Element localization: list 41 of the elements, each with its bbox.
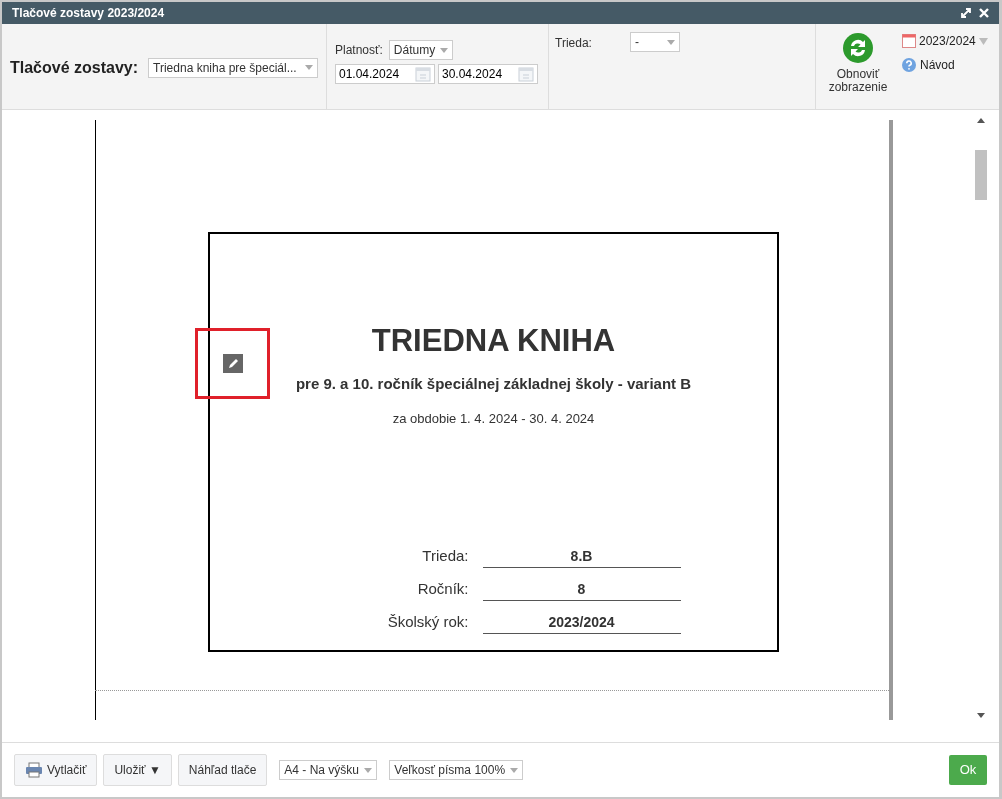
field-value: 8 bbox=[482, 578, 681, 601]
document-title: TRIEDNA KNIHA bbox=[371, 322, 616, 360]
reports-label: Tlačové zostavy: bbox=[10, 57, 139, 78]
window-title: Tlačové zostavy 2023/2024 bbox=[12, 5, 165, 22]
field-label: Ročník: bbox=[416, 579, 470, 599]
scrollbar-thumb[interactable] bbox=[974, 150, 987, 200]
scroll-up-icon[interactable] bbox=[976, 118, 985, 123]
help-link[interactable]: Návod bbox=[920, 56, 955, 74]
maximize-icon[interactable] bbox=[961, 8, 971, 18]
school-year-select[interactable]: 2023/2024 bbox=[919, 32, 976, 50]
refresh-button[interactable]: Obnoviť zobrazenie bbox=[822, 32, 894, 109]
document-subtitle: pre 9. a 10. ročník špeciálnej základnej školy - variant B bbox=[295, 373, 692, 394]
print-preview-button[interactable]: Náhľad tlače bbox=[177, 754, 268, 786]
class-select[interactable]: - bbox=[629, 32, 680, 52]
scroll-down-icon[interactable] bbox=[976, 713, 985, 718]
field-label: Trieda: bbox=[421, 546, 470, 566]
help-icon bbox=[902, 58, 916, 72]
field-label: Školský rok: bbox=[386, 612, 470, 632]
calendar-icon bbox=[902, 34, 916, 48]
dropdown-caret-icon bbox=[439, 47, 448, 53]
validity-select[interactable]: Dátumy bbox=[388, 40, 453, 60]
close-icon[interactable] bbox=[979, 8, 989, 18]
orientation-select[interactable]: A4 - Na výšku bbox=[279, 760, 378, 780]
field-value: 2023/2024 bbox=[482, 611, 681, 634]
report-select[interactable]: Triedna kniha pre špeciál... bbox=[148, 57, 319, 78]
class-label: Trieda: bbox=[555, 35, 592, 52]
date-field[interactable]: 30.04.2024 bbox=[438, 64, 538, 84]
validity-label: Platnosť: bbox=[335, 42, 383, 59]
printer-icon bbox=[25, 762, 43, 778]
dropdown-caret-icon bbox=[510, 767, 519, 773]
dropdown-caret-icon bbox=[364, 767, 373, 773]
print-button[interactable]: Vytlačiť bbox=[14, 754, 98, 786]
font-size-select[interactable]: Veľkosť písma 100% bbox=[389, 760, 524, 780]
refresh-icon bbox=[842, 32, 874, 64]
save-button[interactable]: Uložiť ▼ bbox=[103, 754, 172, 786]
date-field[interactable]: 01.04.2024 bbox=[335, 64, 435, 84]
document-period: za obdobie 1. 4. 2024 - 30. 4. 2024 bbox=[392, 410, 595, 428]
dropdown-caret-icon bbox=[305, 65, 314, 70]
dropdown-caret-icon bbox=[666, 39, 675, 45]
edit-pencil-icon[interactable] bbox=[223, 354, 243, 373]
field-value: 8.B bbox=[482, 545, 681, 568]
